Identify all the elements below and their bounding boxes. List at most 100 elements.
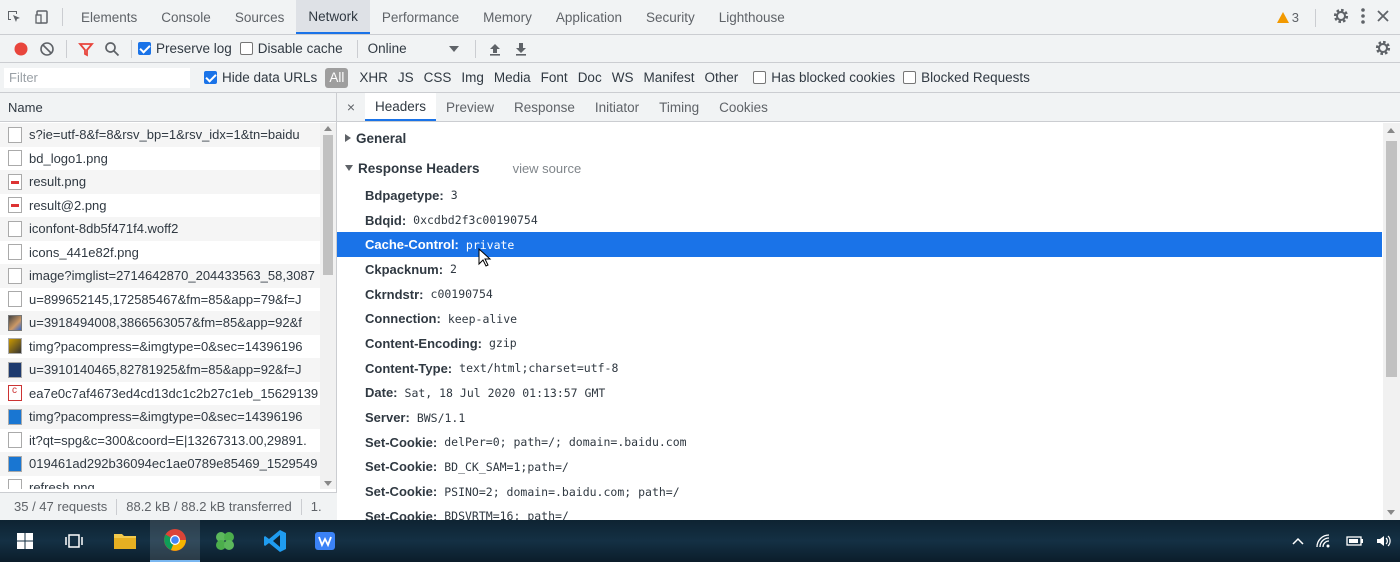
request-row[interactable]: s?ie=utf-8&f=8&rsv_bp=1&rsv_idx=1&tn=bai…	[0, 123, 320, 147]
more-options-icon[interactable]	[1360, 7, 1366, 28]
task-view-button[interactable]	[50, 520, 100, 562]
chevron-up-icon[interactable]	[1292, 537, 1304, 545]
battery-icon[interactable]	[1346, 535, 1364, 547]
throttling-select[interactable]: Online	[364, 41, 459, 56]
request-list-scrollbar[interactable]	[320, 123, 336, 489]
header-row[interactable]: Set-Cookie: delPer=0; path=/; domain=.bai…	[337, 430, 1382, 455]
blocked-requests-checkbox[interactable]: Blocked Requests	[903, 70, 1030, 85]
scroll-up-arrow-icon[interactable]	[1387, 128, 1395, 133]
tab-elements[interactable]: Elements	[69, 0, 149, 34]
tab-timing[interactable]: Timing	[649, 93, 709, 121]
has-blocked-cookies-checkbox[interactable]: Has blocked cookies	[753, 70, 895, 85]
chrome-button[interactable]	[150, 520, 200, 562]
type-filter-img[interactable]: Img	[456, 68, 489, 88]
tab-network[interactable]: Network	[296, 0, 370, 34]
header-row[interactable]: Server: BWS/1.1	[337, 405, 1382, 430]
request-row[interactable]: refresh.png	[0, 476, 320, 489]
close-devtools-icon[interactable]	[1376, 9, 1390, 26]
scroll-up-arrow-icon[interactable]	[324, 126, 332, 131]
inspect-element-icon[interactable]	[0, 0, 28, 34]
view-source-link[interactable]: view source	[513, 161, 582, 176]
name-column-header[interactable]: Name	[0, 93, 336, 122]
response-headers-section-toggle[interactable]: Response Headers view source	[337, 153, 1382, 183]
header-row[interactable]: Content-Encoding: gzip	[337, 331, 1382, 356]
tab-sources[interactable]: Sources	[223, 0, 297, 34]
video-play-icon[interactable]	[1283, 373, 1351, 437]
checkbox-checked-icon[interactable]	[204, 71, 217, 84]
type-filter-doc[interactable]: Doc	[573, 68, 607, 88]
tab-response[interactable]: Response	[504, 93, 585, 121]
checkbox-unchecked-icon[interactable]	[903, 71, 917, 84]
request-row[interactable]: result@2.png	[0, 194, 320, 218]
start-button[interactable]	[0, 520, 50, 562]
headers-scrollbar[interactable]	[1383, 123, 1400, 520]
type-filter-media[interactable]: Media	[489, 68, 536, 88]
tab-lighthouse[interactable]: Lighthouse	[707, 0, 797, 34]
tab-initiator[interactable]: Initiator	[585, 93, 649, 121]
header-row[interactable]: Connection: keep-alive	[337, 306, 1382, 331]
warnings-counter[interactable]: 3	[1276, 10, 1299, 25]
scrollbar-thumb[interactable]	[323, 135, 333, 275]
type-filter-ws[interactable]: WS	[607, 68, 639, 88]
tab-headers[interactable]: Headers	[365, 93, 437, 121]
tab-console[interactable]: Console	[149, 0, 223, 34]
request-row[interactable]: 019461ad292b36094ec1ae0789e85469_1529549	[0, 452, 320, 476]
disable-cache-checkbox[interactable]: Disable cache	[239, 41, 343, 56]
network-settings-button[interactable]	[1374, 39, 1392, 60]
tab-security[interactable]: Security	[634, 0, 707, 34]
header-row-selected[interactable]: Cache-Control: private	[337, 232, 1382, 258]
hide-data-urls-checkbox[interactable]: Hide data URLs	[204, 70, 317, 85]
type-filter-css[interactable]: CSS	[419, 68, 457, 88]
header-row[interactable]: Set-Cookie: BD_CK_SAM=1;path=/	[337, 455, 1382, 480]
tab-application[interactable]: Application	[544, 0, 634, 34]
type-filter-manifest[interactable]: Manifest	[638, 68, 699, 88]
volume-icon[interactable]	[1376, 534, 1392, 548]
request-row[interactable]: u=899652145,172585467&fm=85&app=79&f=J	[0, 288, 320, 312]
general-section-toggle[interactable]: General	[337, 123, 1382, 153]
request-row[interactable]: bd_logo1.png	[0, 147, 320, 171]
request-row[interactable]: u=3910140465,82781925&fm=85&app=92&f=J	[0, 358, 320, 382]
type-filter-js[interactable]: JS	[393, 68, 419, 88]
request-row[interactable]: it?qt=spg&c=300&coord=E|13267313.00,2989…	[0, 429, 320, 453]
record-button[interactable]	[8, 37, 34, 61]
scroll-down-arrow-icon[interactable]	[1387, 510, 1395, 515]
scrollbar-thumb[interactable]	[1386, 141, 1397, 377]
header-row[interactable]: Date: Sat, 18 Jul 2020 01:13:57 GMT	[337, 381, 1382, 406]
header-row[interactable]: Set-Cookie: PSINO=2; domain=.baidu.com; p…	[337, 479, 1382, 504]
header-row[interactable]: Ckpacknum: 2	[337, 257, 1382, 282]
checkbox-unchecked-icon[interactable]	[239, 42, 253, 55]
tab-cookies[interactable]: Cookies	[709, 93, 778, 121]
request-row[interactable]: timg?pacompress=&imgtype=0&sec=14396196	[0, 405, 320, 429]
device-toolbar-icon[interactable]	[28, 0, 56, 34]
export-har-button[interactable]	[508, 37, 534, 61]
header-row[interactable]: Ckrndstr: c00190754	[337, 282, 1382, 307]
request-row[interactable]: image?imglist=2714642870_204433563_58,30…	[0, 264, 320, 288]
scroll-down-arrow-icon[interactable]	[324, 481, 332, 486]
preserve-log-checkbox[interactable]: Preserve log	[138, 41, 232, 56]
request-row[interactable]: timg?pacompress=&imgtype=0&sec=14396196	[0, 335, 320, 359]
filter-input[interactable]	[4, 67, 190, 88]
close-details-icon[interactable]: ×	[337, 93, 365, 121]
type-filter-all[interactable]: All	[325, 67, 349, 88]
settings-gear-icon[interactable]	[1332, 7, 1350, 28]
devtool-app-button[interactable]	[300, 520, 350, 562]
type-filter-font[interactable]: Font	[536, 68, 573, 88]
wifi-icon[interactable]	[1316, 534, 1334, 548]
request-row[interactable]: ea7e0c7af4673ed4cd13dc1c2b27c1eb_1562913…	[0, 382, 320, 406]
header-row[interactable]: Bdpagetype: 3	[337, 183, 1382, 208]
import-har-button[interactable]	[482, 37, 508, 61]
clover-app-button[interactable]	[200, 520, 250, 562]
type-filter-xhr[interactable]: XHR	[354, 68, 393, 88]
type-filter-other[interactable]: Other	[699, 68, 743, 88]
file-explorer-button[interactable]	[100, 520, 150, 562]
tab-performance[interactable]: Performance	[370, 0, 471, 34]
checkbox-checked-icon[interactable]	[138, 42, 151, 55]
request-row[interactable]: icons_441e82f.png	[0, 241, 320, 265]
request-row[interactable]: iconfont-8db5f471f4.woff2	[0, 217, 320, 241]
filter-toggle-button[interactable]	[73, 37, 99, 61]
header-row[interactable]: Content-Type: text/html;charset=utf-8	[337, 356, 1382, 381]
header-row[interactable]: Set-Cookie: BDSVRTM=16; path=/	[337, 504, 1382, 520]
tab-preview[interactable]: Preview	[436, 93, 504, 121]
vscode-button[interactable]	[250, 520, 300, 562]
search-button[interactable]	[99, 37, 125, 61]
